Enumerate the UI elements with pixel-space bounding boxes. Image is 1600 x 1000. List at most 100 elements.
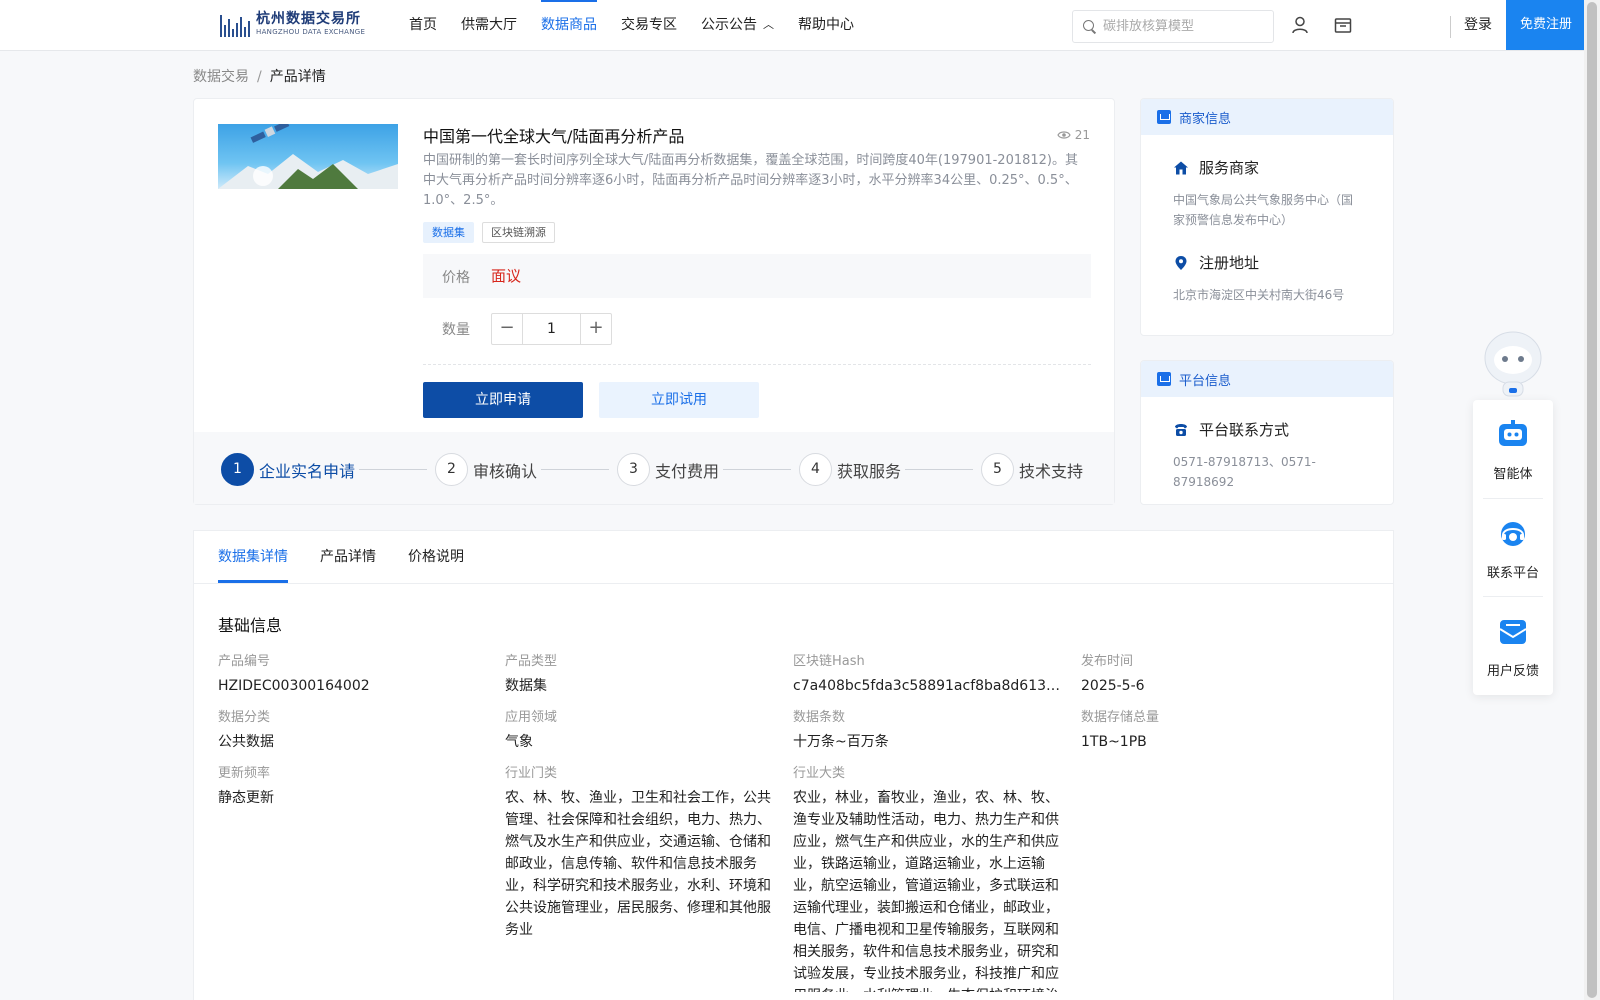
float-user-feedback-label: 用户反馈 [1486, 664, 1539, 679]
user-icon[interactable] [1290, 15, 1310, 35]
robot-mascot-icon[interactable] [1473, 326, 1553, 398]
step-connector [541, 469, 609, 470]
float-contact-platform[interactable]: 联系平台 [1473, 499, 1553, 596]
process-steps: 1 企业实名申请 2 审核确认 3 支付费用 4 获取服务 5 技术支持 [194, 432, 1114, 504]
shop-icon [1157, 110, 1171, 124]
quantity-input[interactable]: 1 [522, 314, 581, 344]
chevron-up-icon: ︿ [763, 18, 774, 31]
field-label: 发布时间 [1081, 654, 1134, 669]
platform-contact-title: 平台联系方式 [1199, 421, 1290, 439]
step-1: 1 企业实名申请 [221, 453, 355, 486]
field-label: 应用领域 [505, 710, 558, 725]
platform-info-header: 平台信息 [1141, 361, 1393, 397]
field-value: HZIDEC00300164002 [218, 678, 370, 694]
view-count-value: 21 [1074, 128, 1090, 142]
site-logo[interactable]: 杭州数据交易所 HANGZHOU DATA EXCHANGE [220, 11, 365, 37]
breadcrumb-current: 产品详情 [269, 69, 326, 85]
tab-product-details[interactable]: 产品详情 [320, 531, 376, 583]
tag-blockchain: 区块链溯源 [482, 222, 555, 243]
product-card: 中国第一代全球大气/陆面再分析产品 21 中国研制的第一套长时间序列全球大气/陆… [193, 98, 1115, 505]
logo-en-text: HANGZHOU DATA EXCHANGE [256, 28, 366, 36]
page-scrollbar[interactable] [1584, 0, 1600, 1000]
step-number: 5 [981, 453, 1014, 486]
nav-data-products[interactable]: 数据商品 [529, 0, 609, 50]
step-5: 5 技术支持 [981, 453, 1083, 486]
field-record-count: 数据条数 十万条~百万条 [793, 706, 1058, 753]
step-label: 审核确认 [473, 461, 538, 481]
field-data-category: 数据分类 公共数据 [218, 706, 483, 753]
breadcrumb: 数据交易 / 产品详情 [193, 66, 326, 86]
top-header: 杭州数据交易所 HANGZHOU DATA EXCHANGE 首页 供需大厅 数… [0, 0, 1586, 51]
search-box [1072, 10, 1274, 43]
step-label: 技术支持 [1019, 461, 1084, 481]
platform-contact-section: 平台联系方式 0571-87918713、0571-87918692 [1141, 419, 1393, 492]
detail-tabs: 数据集详情 产品详情 价格说明 [218, 531, 464, 583]
step-3: 3 支付费用 [617, 453, 719, 486]
product-tags: 数据集 区块链溯源 [423, 222, 555, 243]
field-label: 数据存储总量 [1081, 710, 1160, 725]
register-address-value: 北京市海淀区中关村南大街46号 [1173, 288, 1345, 302]
field-industry-division: 行业门类 农、林、牧、渔业，卫生和社会工作，公共管理、社会保障和社会组织，电力、… [505, 762, 775, 941]
location-pin-icon [1175, 255, 1187, 270]
header-divider [1450, 16, 1451, 38]
platform-info-card: 平台信息 平台联系方式 0571-87918713、0571-87918692 [1140, 360, 1394, 505]
float-agent[interactable]: 智能体 [1473, 400, 1553, 497]
step-number: 1 [221, 453, 254, 486]
feedback-mail-icon [1499, 620, 1527, 644]
product-title: 中国第一代全球大气/陆面再分析产品 [423, 127, 685, 146]
nav-help-center[interactable]: 帮助中心 [786, 0, 866, 50]
store-icon[interactable] [1333, 15, 1353, 35]
nav-home[interactable]: 首页 [397, 0, 449, 50]
login-link[interactable]: 登录 [1464, 0, 1492, 50]
search-input[interactable] [1103, 19, 1273, 34]
field-label: 产品类型 [505, 654, 558, 669]
price-value: 面议 [491, 267, 522, 285]
monitor-icon [1157, 372, 1171, 386]
register-button[interactable]: 免费注册 [1506, 0, 1586, 50]
float-agent-label: 智能体 [1493, 467, 1533, 482]
breadcrumb-separator: / [257, 69, 262, 85]
step-2: 2 审核确认 [435, 453, 537, 486]
scrollbar-thumb[interactable] [1587, 2, 1597, 998]
tab-dataset-details[interactable]: 数据集详情 [218, 531, 288, 583]
tab-price-info[interactable]: 价格说明 [408, 531, 464, 583]
field-application-field: 应用领域 气象 [505, 706, 770, 753]
nav-announcements[interactable]: 公示公告 ︿ [689, 0, 786, 50]
logo-cn-text: 杭州数据交易所 [256, 11, 361, 27]
float-user-feedback[interactable]: 用户反馈 [1473, 597, 1553, 694]
nav-supply-demand[interactable]: 供需大厅 [449, 0, 529, 50]
field-industry-major: 行业大类 农业，林业，畜牧业，渔业，农、林、牧、渔专业及辅助性活动，电力、热力生… [793, 762, 1063, 992]
nav-announcements-label: 公示公告 [701, 17, 757, 33]
try-now-button[interactable]: 立即试用 [599, 382, 759, 418]
ai-agent-icon [1499, 420, 1527, 446]
field-publish-time: 发布时间 2025-5-6 [1081, 650, 1346, 697]
logo-bars-icon [220, 11, 250, 37]
field-label: 数据条数 [793, 710, 846, 725]
float-contact-platform-label: 联系平台 [1486, 566, 1539, 581]
search-icon[interactable] [1083, 19, 1097, 34]
step-number: 4 [799, 453, 832, 486]
field-value: c7a408bc5fda3c58891acf8ba8d61397ade… [793, 678, 1068, 694]
step-number: 2 [435, 453, 468, 486]
field-value: 2025-5-6 [1081, 678, 1145, 694]
field-label: 更新频率 [218, 766, 271, 781]
field-storage-total: 数据存储总量 1TB~1PB [1081, 706, 1346, 753]
step-number: 3 [617, 453, 650, 486]
main-nav: 首页 供需大厅 数据商品 交易专区 公示公告 ︿ 帮助中心 [397, 0, 866, 50]
price-label: 价格 [442, 270, 470, 286]
apply-now-button[interactable]: 立即申请 [423, 382, 583, 418]
product-description: 中国研制的第一套长时间序列全球大气/陆面再分析数据集，覆盖全球范围，时间跨度40… [423, 153, 1079, 208]
field-product-type: 产品类型 数据集 [505, 650, 770, 697]
step-4: 4 获取服务 [799, 453, 901, 486]
breadcrumb-root[interactable]: 数据交易 [193, 69, 249, 85]
field-label: 行业大类 [793, 766, 846, 781]
quantity-minus-button[interactable]: − [492, 314, 522, 344]
quantity-plus-button[interactable]: + [581, 314, 611, 344]
nav-trade-zone[interactable]: 交易专区 [609, 0, 689, 50]
field-value: 静态更新 [218, 790, 274, 806]
headset-icon [1501, 522, 1525, 546]
field-label: 区块链Hash [793, 654, 865, 669]
step-label: 支付费用 [655, 461, 720, 481]
field-blockchain-hash: 区块链Hash c7a408bc5fda3c58891acf8ba8d61397… [793, 650, 1068, 697]
step-label: 获取服务 [837, 461, 902, 481]
